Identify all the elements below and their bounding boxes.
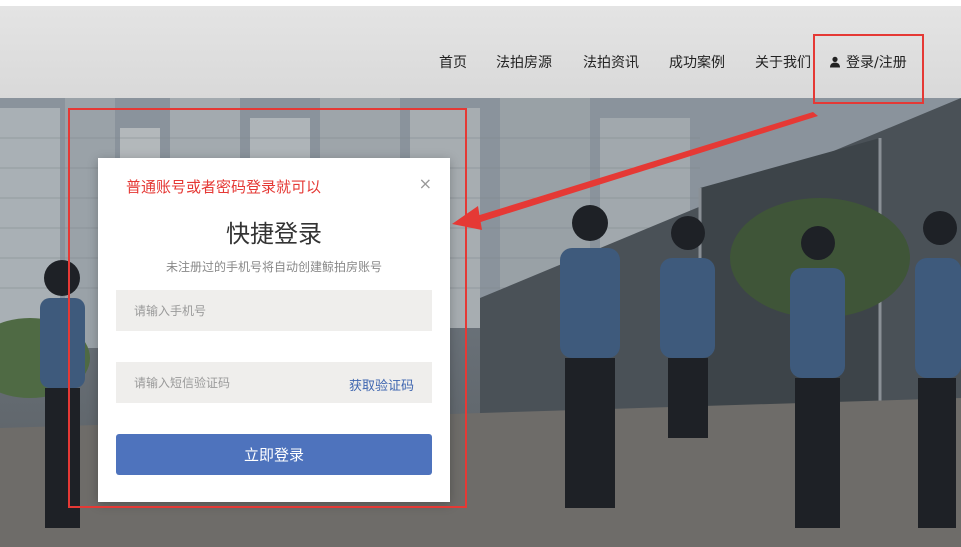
login-submit-button[interactable]: 立即登录 bbox=[116, 434, 432, 475]
login-register-label: 登录/注册 bbox=[846, 55, 907, 71]
nav-item-home[interactable]: 首页 bbox=[439, 52, 467, 72]
annotation-note: 普通账号或者密码登录就可以 bbox=[126, 178, 322, 196]
nav-item-cases[interactable]: 成功案例 bbox=[669, 52, 725, 72]
modal-title: 快捷登录 bbox=[226, 220, 322, 248]
login-modal: 普通账号或者密码登录就可以 × 快捷登录 未注册过的手机号将自动创建鲸拍房账号 … bbox=[98, 158, 450, 502]
login-register-link[interactable]: 登录/注册 bbox=[829, 52, 907, 72]
nav-item-listings[interactable]: 法拍房源 bbox=[496, 52, 552, 72]
nav-item-about[interactable]: 关于我们 bbox=[755, 52, 811, 72]
modal-subtitle: 未注册过的手机号将自动创建鲸拍房账号 bbox=[165, 260, 382, 274]
nav-item-news[interactable]: 法拍资讯 bbox=[583, 52, 639, 72]
user-icon bbox=[830, 56, 840, 68]
close-icon[interactable]: × bbox=[419, 176, 432, 192]
top-navbar: 首页 法拍房源 法拍资讯 成功案例 关于我们 登录/注册 bbox=[0, 6, 961, 98]
phone-input[interactable] bbox=[116, 290, 432, 331]
get-code-button[interactable]: 获取验证码 bbox=[349, 375, 414, 394]
